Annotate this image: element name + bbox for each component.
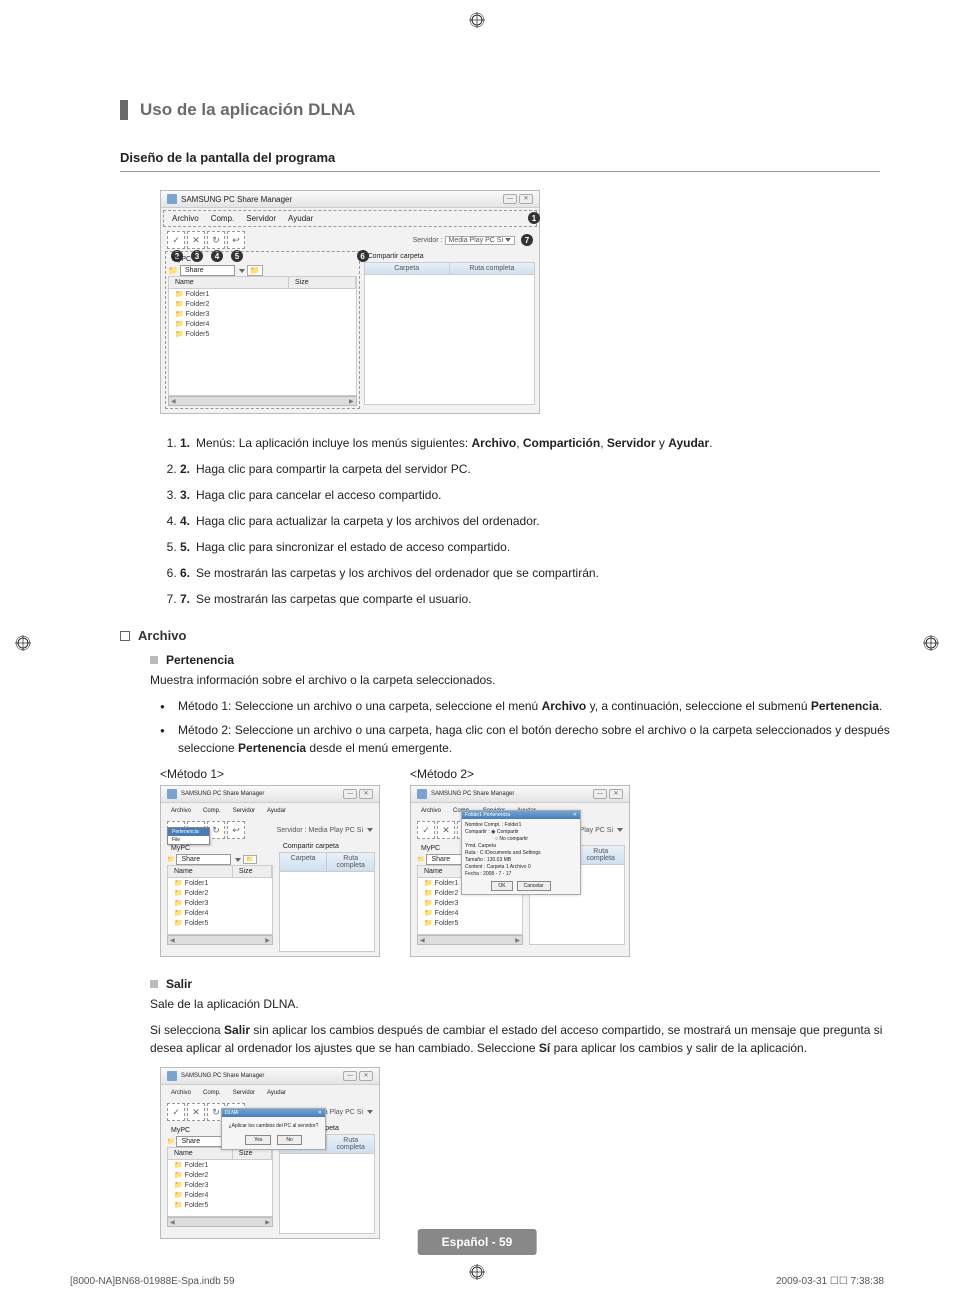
- window-title: SAMSUNG PC Share Manager: [181, 195, 292, 204]
- menu-archivo[interactable]: Archivo: [172, 214, 199, 223]
- list-item[interactable]: 📁 Folder1: [169, 289, 356, 299]
- close-button[interactable]: ✕: [519, 194, 533, 204]
- cancel-button[interactable]: Cancelar: [517, 881, 551, 891]
- properties-dialog: Folder1 Pertenencia✕ Nombre Compt. : Fol…: [461, 810, 581, 895]
- method-2-text: Método 2: Seleccione un archivo o una ca…: [160, 721, 890, 757]
- print-file: [8000-NA]BN68-01988E-Spa.indb 59: [70, 1276, 235, 1287]
- right-pane: Compartir carpeta Carpeta Ruta completa: [364, 251, 535, 409]
- close-button[interactable]: ✕: [609, 789, 623, 799]
- section-title: Uso de la aplicación DLNA: [120, 100, 894, 120]
- steps-list: 1.Menús: La aplicación incluye los menús…: [160, 434, 890, 608]
- salir-line2: Si selecciona Salir sin aplicar los camb…: [150, 1021, 890, 1057]
- col-ruta: Ruta completa: [450, 263, 534, 274]
- col-carpeta: Carpeta: [365, 263, 450, 274]
- server-label: Servidor : Media Play PC Si 7: [413, 234, 533, 246]
- step-6: 6.Se mostrarán las carpetas y los archiv…: [180, 564, 890, 582]
- close-button[interactable]: ✕: [359, 789, 373, 799]
- menu-ayudar[interactable]: Ayudar: [288, 214, 313, 223]
- menu-servidor[interactable]: Servidor: [246, 214, 276, 223]
- left-pane: MyPC 📁 Share 📁 Name Size 📁 Folder1 📁 Fol…: [165, 251, 360, 409]
- app-window-method1: SAMSUNG PC Share Manager —✕ Archivo Comp…: [160, 785, 380, 957]
- list-item[interactable]: 📁 Folder2: [169, 299, 356, 309]
- share-select[interactable]: Share: [180, 265, 235, 276]
- step-4: 4.Haga clic para actualizar la carpeta y…: [180, 512, 890, 530]
- menu-item-pertenencia[interactable]: Pertenencia: [168, 828, 209, 836]
- heading-pertenencia: Pertenencia: [150, 653, 894, 667]
- server-dropdown[interactable]: Media Play PC Si: [445, 236, 515, 245]
- minimize-button[interactable]: —: [343, 789, 357, 799]
- no-button[interactable]: No: [277, 1135, 301, 1145]
- menu-servidor[interactable]: Servidor: [233, 808, 255, 814]
- step-2: 2.Haga clic para compartir la carpeta de…: [180, 460, 890, 478]
- minimize-button[interactable]: —: [593, 789, 607, 799]
- app-window-main: SAMSUNG PC Share Manager — ✕ Archivo Com…: [160, 190, 540, 414]
- app-window-salir: SAMSUNG PC Share Manager—✕ ArchivoComp.S…: [160, 1067, 380, 1239]
- list-item[interactable]: 📁 Folder5: [169, 329, 356, 339]
- app-window-method2: SAMSUNG PC Share Manager —✕ ArchivoComp.…: [410, 785, 630, 957]
- callout-7: 7: [521, 234, 533, 246]
- close-icon[interactable]: ✕: [573, 812, 577, 818]
- menu-item-file[interactable]: File: [168, 836, 209, 844]
- callout-1: 1: [528, 212, 540, 224]
- registration-mark-icon: [15, 635, 31, 651]
- pertenencia-methods: Método 1: Seleccione un archivo o una ca…: [160, 697, 890, 757]
- title-accent: [120, 100, 128, 120]
- toolbar: ✓2 ✕3 ↻4 ↩5 Servidor : Media Play PC Si …: [161, 229, 539, 251]
- method-1-text: Método 1: Seleccione un archivo o una ca…: [160, 697, 890, 715]
- close-icon[interactable]: ✕: [318, 1110, 322, 1116]
- heading-salir: Salir: [150, 977, 894, 991]
- titlebar: SAMSUNG PC Share Manager — ✕: [161, 191, 539, 208]
- step-5: 5.Haga clic para sincronizar el estado d…: [180, 538, 890, 556]
- menubar: Archivo Comp. Servidor Ayudar 1: [163, 210, 537, 227]
- menu-archivo[interactable]: Archivo: [171, 808, 191, 814]
- app-icon: [167, 194, 177, 204]
- scrollbar[interactable]: ◀▶: [168, 396, 357, 406]
- sync-icon[interactable]: ↩5: [227, 231, 245, 249]
- step-1: 1.Menús: La aplicación incluye los menús…: [180, 434, 890, 452]
- menu-comp[interactable]: Comp.: [203, 808, 221, 814]
- print-footer: [8000-NA]BN68-01988E-Spa.indb 59 2009-03…: [70, 1276, 884, 1287]
- heading-archivo: Archivo: [120, 628, 894, 643]
- shared-list[interactable]: [364, 275, 535, 405]
- minimize-button[interactable]: —: [503, 194, 517, 204]
- list-item[interactable]: 📁 Folder3: [169, 309, 356, 319]
- refresh-icon[interactable]: ↻: [207, 821, 225, 839]
- folder-nav-icon[interactable]: 📁: [247, 265, 263, 276]
- archivo-dropdown: Pertenencia File: [167, 827, 210, 845]
- step-7: 7.Se mostrarán las carpetas que comparte…: [180, 590, 890, 608]
- unshare-folder-icon[interactable]: ✕3: [187, 231, 205, 249]
- pertenencia-desc: Muestra información sobre el archivo o l…: [150, 671, 890, 689]
- yes-button[interactable]: Yes: [245, 1135, 271, 1145]
- page-number-badge: Español - 59: [418, 1229, 537, 1255]
- list-item[interactable]: 📁 Folder4: [169, 319, 356, 329]
- menu-ayudar[interactable]: Ayudar: [267, 808, 286, 814]
- sync-icon[interactable]: ↩: [227, 821, 245, 839]
- menu-comp[interactable]: Comp.: [211, 214, 235, 223]
- page-title: Uso de la aplicación DLNA: [140, 100, 355, 120]
- ok-button[interactable]: OK: [491, 881, 512, 891]
- mypc-label: MyPC: [168, 254, 357, 265]
- salir-line1: Sale de la aplicación DLNA.: [150, 995, 890, 1013]
- file-list[interactable]: Name Size 📁 Folder1 📁 Folder2 📁 Folder3 …: [168, 276, 357, 396]
- refresh-icon[interactable]: ↻4: [207, 231, 225, 249]
- method1-label: <Método 1>: [160, 767, 380, 781]
- registration-mark-icon: [923, 635, 939, 651]
- col-name: Name: [169, 277, 289, 288]
- col-size: Size: [289, 277, 356, 288]
- confirm-dialog: DLNA✕ ¿Aplicar los cambios del PC al ser…: [221, 1108, 326, 1150]
- method2-label: <Método 2>: [410, 767, 630, 781]
- method-labels: <Método 1> <Método 2>: [160, 767, 894, 781]
- subsection-title: Diseño de la pantalla del programa: [120, 150, 880, 172]
- registration-mark-icon: [469, 12, 485, 28]
- print-timestamp: 2009-03-31 ☐☐ 7:38:38: [776, 1276, 884, 1287]
- compartir-label: Compartir carpeta: [364, 251, 535, 262]
- step-3: 3.Haga clic para cancelar el acceso comp…: [180, 486, 890, 504]
- share-folder-icon[interactable]: ✓2: [167, 231, 185, 249]
